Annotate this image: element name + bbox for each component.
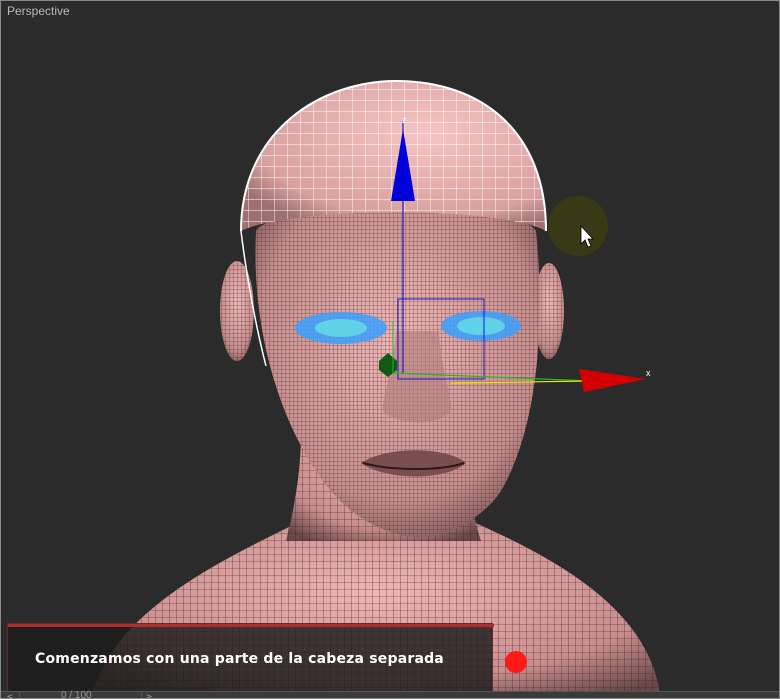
cursor-icon: [548, 196, 608, 256]
timeline-slider[interactable]: < 0 / 100 >: [1, 690, 779, 699]
caption-box: Comenzamos con una parte de la cabeza se…: [7, 623, 494, 693]
timeline-prev-button[interactable]: <: [1, 692, 20, 698]
axis-x-label: x: [646, 368, 651, 378]
axis-x-handle[interactable]: [579, 369, 646, 392]
record-icon: [505, 651, 527, 673]
axis-z-label: z: [402, 115, 407, 125]
timeline-next-button[interactable]: >: [141, 692, 156, 698]
perspective-viewport[interactable]: z x Perspective Comenzamos con una parte…: [0, 0, 780, 699]
timeline-frame-counter: 0 / 100: [61, 690, 92, 699]
viewport-label[interactable]: Perspective: [7, 4, 70, 18]
scene-render[interactable]: z x: [1, 1, 780, 699]
caption-text: Comenzamos con una parte de la cabeza se…: [35, 651, 444, 667]
caption-accent: [8, 624, 494, 627]
